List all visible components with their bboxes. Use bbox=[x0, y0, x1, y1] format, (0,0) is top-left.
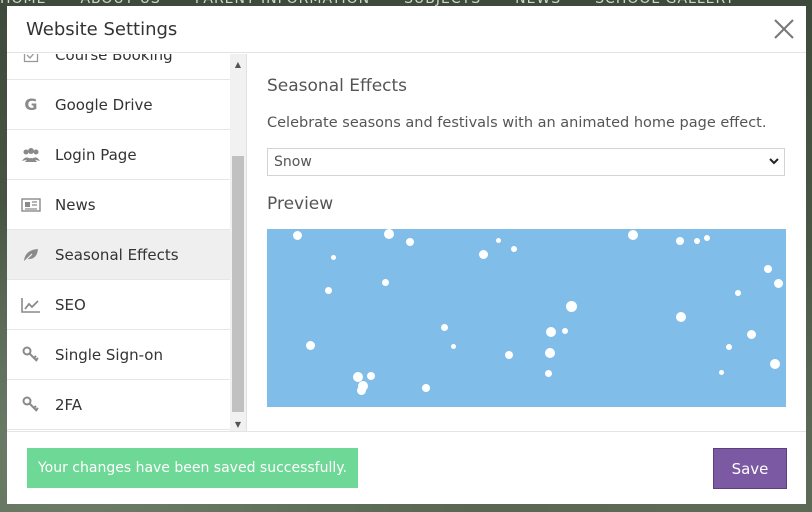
sidebar-item-label: Course Booking bbox=[55, 54, 173, 64]
effect-select-value: Snow bbox=[274, 154, 312, 170]
sidebar-item-label: Login Page bbox=[55, 145, 137, 164]
snowflake bbox=[545, 348, 555, 358]
sidebar-item-google-drive[interactable]: G Google Drive bbox=[7, 80, 230, 130]
snowflake bbox=[505, 351, 513, 359]
snowflake bbox=[718, 369, 724, 375]
snowflake bbox=[735, 290, 741, 296]
close-button[interactable] bbox=[772, 17, 796, 41]
snowflake bbox=[746, 329, 756, 339]
newspaper-icon bbox=[21, 196, 41, 214]
snowflake bbox=[324, 286, 332, 294]
snowflake bbox=[676, 237, 684, 245]
chart-line-icon bbox=[21, 296, 41, 314]
snowflake bbox=[384, 229, 394, 239]
sidebar-item-seo[interactable]: SEO bbox=[7, 280, 230, 330]
users-icon bbox=[21, 146, 41, 164]
key-icon bbox=[21, 346, 41, 364]
snowflake bbox=[367, 372, 375, 380]
checkbox-icon bbox=[21, 54, 41, 64]
sidebar-item-label: Single Sign-on bbox=[55, 345, 163, 364]
sidebar-item-login-page[interactable]: Login Page bbox=[7, 130, 230, 180]
snowflake bbox=[773, 278, 783, 288]
settings-modal: Website Settings Course Booking G Google… bbox=[7, 6, 806, 504]
snowflake bbox=[450, 343, 456, 349]
success-message: Your changes have been saved successfull… bbox=[27, 448, 358, 488]
scroll-up-arrow-icon[interactable]: ▲ bbox=[230, 56, 246, 72]
snowflake bbox=[381, 278, 389, 286]
snowflake bbox=[495, 237, 501, 243]
key-icon bbox=[21, 396, 41, 414]
snowflake bbox=[544, 369, 552, 377]
sidebar-item-news[interactable]: News bbox=[7, 180, 230, 230]
snowflake bbox=[478, 249, 488, 259]
google-icon: G bbox=[24, 95, 38, 114]
sidebar-menu: Course Booking G Google Drive Login Page… bbox=[7, 54, 230, 430]
preview-label: Preview bbox=[267, 194, 334, 214]
snowflake bbox=[330, 254, 336, 260]
sidebar-item-label: SEO bbox=[55, 295, 86, 314]
snowflake bbox=[292, 230, 302, 240]
snowflake bbox=[562, 328, 568, 334]
snowflake bbox=[704, 235, 710, 241]
sidebar-item-label: 2FA bbox=[55, 395, 83, 414]
sidebar-item-course-booking[interactable]: Course Booking bbox=[7, 54, 230, 80]
snowflake bbox=[546, 327, 556, 337]
snowflake bbox=[726, 344, 732, 350]
modal-footer: Your changes have been saved successfull… bbox=[7, 431, 806, 504]
leaf-icon bbox=[21, 246, 41, 264]
snowflake bbox=[694, 238, 700, 244]
sidebar-item-label: Seasonal Effects bbox=[55, 245, 179, 264]
chevron-down-icon bbox=[769, 158, 779, 165]
sidebar-item-single-sign-on[interactable]: Single Sign-on bbox=[7, 330, 230, 380]
effect-select[interactable]: Snow bbox=[267, 148, 785, 176]
modal-header: Website Settings bbox=[7, 6, 806, 53]
snowflake bbox=[565, 300, 577, 312]
sidebar-item-label: News bbox=[55, 195, 96, 214]
modal-title: Website Settings bbox=[26, 19, 178, 40]
section-title: Seasonal Effects bbox=[267, 76, 408, 96]
section-description: Celebrate seasons and festivals with an … bbox=[267, 115, 767, 131]
snowflake bbox=[422, 384, 430, 392]
snowflake bbox=[305, 340, 315, 350]
snowflake bbox=[440, 323, 448, 331]
snowflake bbox=[676, 312, 686, 322]
snowflake bbox=[764, 265, 772, 273]
settings-sidebar: Course Booking G Google Drive Login Page… bbox=[7, 54, 247, 432]
snow-preview bbox=[267, 229, 786, 407]
snowflake bbox=[770, 359, 780, 369]
snowflake bbox=[356, 385, 366, 395]
snowflake bbox=[628, 230, 638, 240]
sidebar-scrollbar[interactable]: ▲ ▼ bbox=[230, 54, 246, 432]
scrollbar-thumb[interactable] bbox=[232, 156, 244, 412]
snowflake bbox=[511, 246, 517, 252]
sidebar-item-label: Google Drive bbox=[55, 95, 153, 114]
sidebar-item-2fa[interactable]: 2FA bbox=[7, 380, 230, 430]
sidebar-item-seasonal-effects[interactable]: Seasonal Effects bbox=[7, 230, 230, 280]
snowflake bbox=[406, 238, 414, 246]
close-icon bbox=[774, 19, 794, 39]
scroll-down-arrow-icon[interactable]: ▼ bbox=[230, 416, 246, 432]
save-button[interactable]: Save bbox=[713, 448, 787, 489]
